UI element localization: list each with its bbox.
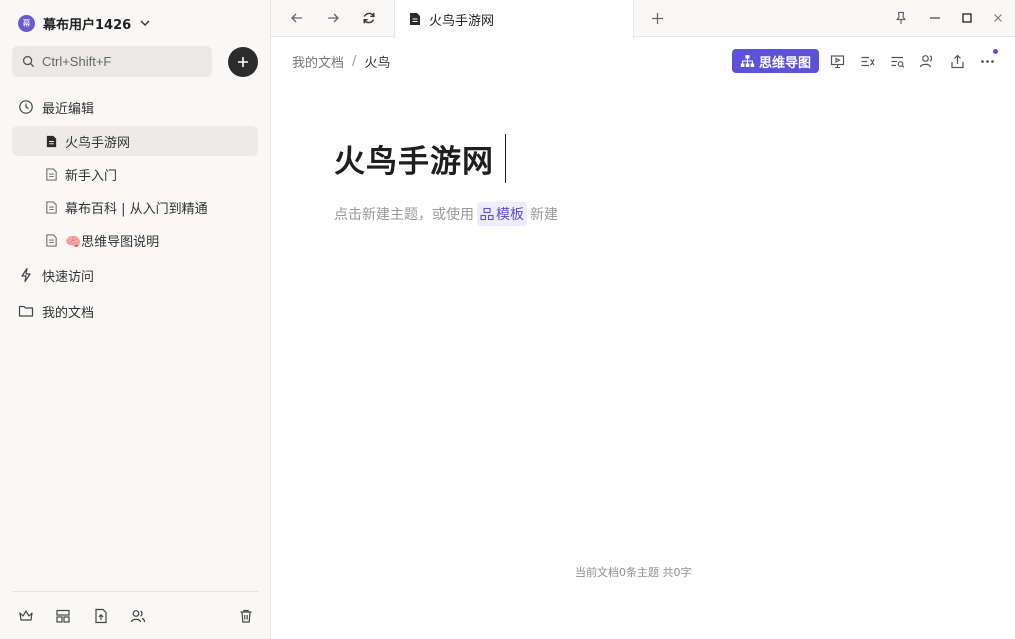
- search-box[interactable]: [12, 46, 212, 77]
- arrow-right-icon: [328, 13, 339, 23]
- close-icon: [994, 14, 1002, 22]
- avatar: 幕: [18, 14, 35, 32]
- presentation-icon: [830, 54, 844, 68]
- title-bar: 火鸟手游网: [271, 0, 1015, 38]
- more-button[interactable]: [978, 52, 996, 70]
- chevron-down-icon: [140, 20, 150, 26]
- trash-button[interactable]: [236, 606, 256, 626]
- crown-button[interactable]: [16, 606, 36, 626]
- document-filled-icon: [410, 13, 420, 25]
- doc-item-label: 🧠思维导图说明: [65, 234, 160, 250]
- refresh-button[interactable]: [360, 9, 378, 27]
- doc-item-label: 新手入门: [65, 168, 118, 184]
- template-icon: [480, 207, 494, 221]
- clock-icon: [19, 100, 33, 114]
- notification-dot: [993, 49, 998, 54]
- sidebar-doc-item[interactable]: 🧠思维导图说明: [12, 225, 258, 255]
- refresh-icon: [363, 12, 375, 24]
- template-icon: [56, 609, 70, 623]
- find-button[interactable]: [888, 52, 906, 70]
- empty-hint: 点击新建主题，或使用 模板 新建: [334, 201, 558, 227]
- breadcrumb-separator: /: [352, 53, 357, 69]
- file-upload-icon: [95, 608, 107, 624]
- user-menu[interactable]: 幕 幕布用户1426: [18, 12, 151, 34]
- back-button[interactable]: [288, 9, 306, 27]
- forward-button[interactable]: [324, 9, 342, 27]
- user-name: 幕布用户1426: [43, 17, 132, 33]
- minimize-icon: [930, 17, 940, 19]
- hint-text: 点击新建主题，或使用: [334, 207, 474, 223]
- pin-icon: [896, 11, 906, 24]
- doc-item-label: 幕布百科 | 从入门到精通: [65, 201, 208, 217]
- document-icon: [46, 200, 57, 214]
- breadcrumb-root[interactable]: 我的文档: [292, 52, 344, 71]
- more-dots-icon: [980, 59, 994, 63]
- collapse-list-icon: [861, 56, 875, 66]
- add-button[interactable]: [228, 47, 258, 77]
- collaborators-button[interactable]: [128, 606, 148, 626]
- collapse-button[interactable]: [858, 52, 876, 70]
- maximize-icon: [962, 13, 972, 23]
- lightning-icon: [21, 267, 31, 283]
- sidebar-item-label: 最近编辑: [42, 101, 95, 117]
- upload-icon: [950, 54, 964, 68]
- plus-icon: [651, 12, 663, 24]
- sidebar-doc-item[interactable]: 幕布百科 | 从入门到精通: [12, 192, 258, 222]
- users-icon: [919, 55, 933, 68]
- users-icon: [130, 610, 146, 623]
- templates-button[interactable]: [53, 606, 73, 626]
- sidebar-item-label: 快速访问: [42, 269, 95, 285]
- breadcrumb: 我的文档 / 火鸟: [292, 52, 390, 71]
- list-search-icon: [891, 56, 904, 68]
- sidebar: 幕 幕布用户1426 最近编辑 火鸟手游网 新手入门 幕布百科 | 从入门到精通…: [0, 0, 271, 639]
- sidebar-item-quick-access[interactable]: 快速访问: [12, 260, 258, 290]
- plus-icon: [238, 57, 248, 67]
- mindmap-button[interactable]: 思维导图: [732, 49, 819, 73]
- tab-document[interactable]: 火鸟手游网: [394, 0, 634, 38]
- breadcrumb-current[interactable]: 火鸟: [364, 52, 390, 71]
- close-button[interactable]: [989, 9, 1007, 27]
- document-filled-icon: [46, 135, 57, 147]
- new-tab-button[interactable]: [648, 9, 666, 27]
- sidebar-doc-item[interactable]: 火鸟手游网: [12, 126, 258, 156]
- document-icon: [46, 167, 57, 181]
- crown-icon: [19, 610, 33, 621]
- export-button[interactable]: [948, 52, 966, 70]
- search-icon: [22, 55, 35, 68]
- template-link[interactable]: 模板: [477, 202, 527, 226]
- document-icon: [46, 233, 57, 247]
- divider: [12, 591, 258, 592]
- maximize-button[interactable]: [958, 9, 976, 27]
- sidebar-doc-item[interactable]: 新手入门: [12, 159, 258, 189]
- sidebar-item-label: 我的文档: [42, 305, 95, 321]
- import-button[interactable]: [91, 606, 111, 626]
- template-label: 模板: [496, 207, 524, 223]
- document-stats: 当前文档0条主题 共0字: [575, 566, 692, 579]
- document-title[interactable]: 火鸟手游网: [334, 136, 494, 181]
- share-people-button[interactable]: [918, 52, 936, 70]
- text-cursor: [505, 134, 506, 183]
- search-input[interactable]: [42, 54, 202, 69]
- pin-button[interactable]: [892, 9, 910, 27]
- mindmap-icon: [740, 55, 755, 67]
- arrow-left-icon: [291, 13, 302, 23]
- doc-item-label: 火鸟手游网: [65, 135, 131, 151]
- sidebar-item-my-docs[interactable]: 我的文档: [12, 296, 258, 326]
- sidebar-item-recent[interactable]: 最近编辑: [12, 92, 258, 122]
- tab-title: 火鸟手游网: [429, 13, 495, 29]
- trash-icon: [240, 609, 252, 623]
- minimize-button[interactable]: [926, 9, 944, 27]
- folder-icon: [18, 305, 34, 317]
- hint-text: 新建: [530, 207, 558, 223]
- presentation-button[interactable]: [828, 52, 846, 70]
- mindmap-label: 思维导图: [758, 55, 811, 71]
